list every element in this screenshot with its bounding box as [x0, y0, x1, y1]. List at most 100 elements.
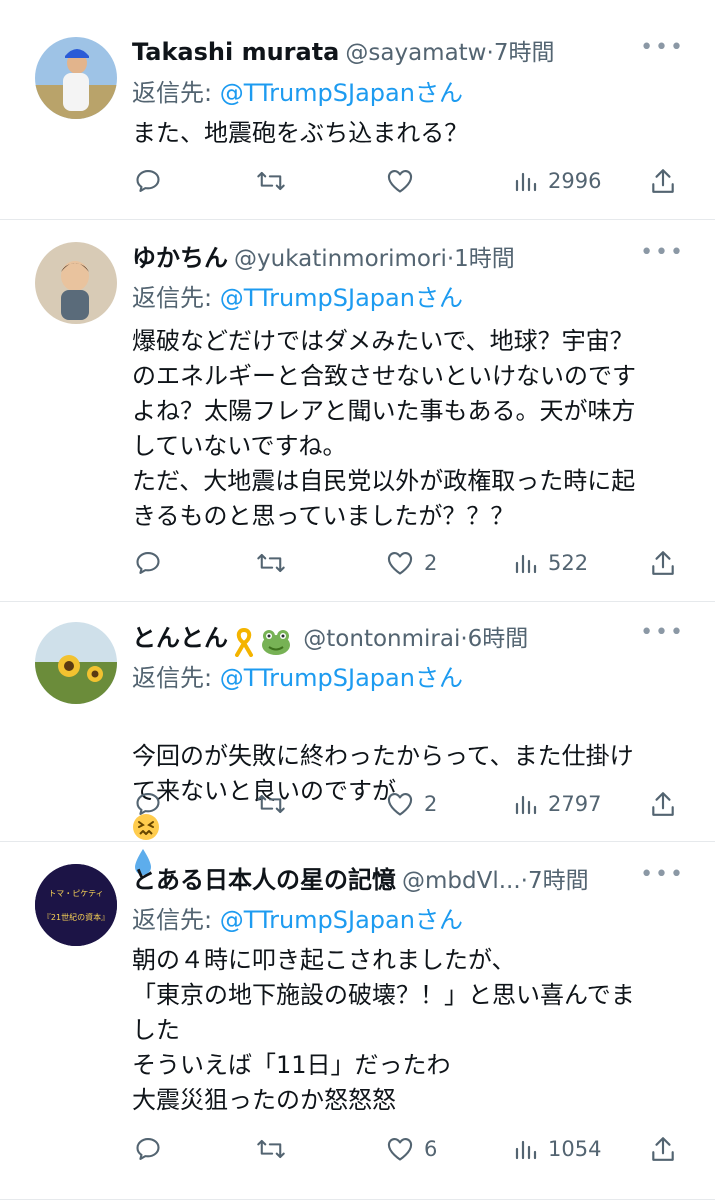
- tweet-text: 朝の４時に叩き起こされましたが、 「東京の地下施設の破壊？！」と思い喜んでま し…: [132, 946, 635, 1114]
- reply-to-mention[interactable]: @TTrumpSJapan: [220, 284, 415, 312]
- timestamp[interactable]: 6時間: [468, 626, 529, 652]
- timestamp[interactable]: 7時間: [528, 868, 589, 894]
- retweet-icon: [257, 553, 285, 573]
- avatar[interactable]: [35, 622, 117, 704]
- frog-icon: [262, 629, 291, 655]
- retweet-icon: [257, 794, 285, 814]
- action-bar: 2 522: [132, 546, 685, 580]
- display-name[interactable]: ゆかちん: [132, 244, 228, 272]
- retweet-button[interactable]: [256, 164, 286, 198]
- reply-to-mention[interactable]: @TTrumpSJapan: [220, 906, 415, 934]
- yellow-ribbon-icon: [235, 627, 254, 657]
- view-count: 2797: [548, 792, 602, 816]
- reply-to: 返信先: @TTrumpSJapanさん: [132, 900, 463, 935]
- more-icon[interactable]: •••: [640, 620, 685, 645]
- views-icon: [515, 1140, 537, 1160]
- action-bar: 2996: [132, 164, 685, 198]
- reply-to-prefix: 返信先:: [132, 664, 220, 692]
- reply-to-suffix: さん: [414, 284, 463, 312]
- share-button[interactable]: [650, 546, 676, 580]
- reply-to-mention[interactable]: @TTrumpSJapan: [220, 664, 415, 692]
- views-button[interactable]: 1054: [514, 1132, 601, 1166]
- avatar[interactable]: [35, 242, 117, 324]
- reply-icon: [136, 552, 160, 574]
- share-icon: [652, 551, 674, 575]
- views-icon: [515, 172, 537, 192]
- tweet[interactable]: トマ・ピケティ 『21世紀の資本』 とある日本人の星の記憶 @mbdVl...·7…: [0, 842, 715, 1200]
- user-handle[interactable]: @mbdVl...: [402, 868, 521, 894]
- share-button[interactable]: [650, 1132, 676, 1166]
- like-icon: [387, 1138, 413, 1161]
- reply-to-suffix: さん: [414, 906, 463, 934]
- like-count: 2: [424, 792, 438, 816]
- share-icon: [652, 1137, 674, 1161]
- user-handle[interactable]: @tontonmirai: [303, 626, 460, 652]
- reply-button[interactable]: [134, 546, 162, 580]
- more-icon[interactable]: •••: [640, 35, 685, 60]
- like-button[interactable]: [386, 164, 424, 198]
- tweet[interactable]: とんとん @tontonmirai·6時間 ••• 返信先: @TTrumpSJ…: [0, 602, 715, 875]
- avatar-text-bottom: 『21世紀の資本』: [43, 912, 109, 922]
- display-name[interactable]: とある日本人の星の記憶: [132, 866, 396, 894]
- more-icon[interactable]: •••: [640, 862, 685, 887]
- reply-icon: [136, 170, 160, 192]
- reply-to: 返信先: @TTrumpSJapanさん: [132, 73, 463, 108]
- separator-dot: ·: [460, 626, 468, 652]
- reply-to: 返信先: @TTrumpSJapanさん: [132, 658, 463, 693]
- views-button[interactable]: 2797: [514, 787, 601, 821]
- separator-dot: ·: [520, 868, 528, 894]
- display-name[interactable]: Takashi murata: [132, 38, 339, 66]
- like-icon: [387, 170, 413, 193]
- reply-to-suffix: さん: [414, 79, 463, 107]
- retweet-icon: [257, 171, 285, 191]
- tweet-text: 爆破などだけではダメみたいで、地球？宇宙？ のエネルギーと合致させないといけない…: [132, 327, 636, 530]
- reply-to-mention[interactable]: @TTrumpSJapan: [220, 79, 415, 107]
- user-handle[interactable]: @yukatinmorimori: [234, 246, 447, 272]
- reply-to-prefix: 返信先:: [132, 906, 220, 934]
- like-count: 2: [424, 551, 438, 575]
- reply-icon: [136, 793, 160, 815]
- like-button[interactable]: 2: [386, 787, 437, 821]
- view-count: 522: [548, 551, 589, 575]
- display-name[interactable]: とんとん: [132, 624, 228, 652]
- retweet-icon: [257, 1139, 285, 1159]
- like-button[interactable]: 2: [386, 546, 437, 580]
- action-bar: 6 1054: [132, 1132, 685, 1166]
- avatar-text-top: トマ・ピケティ: [48, 889, 103, 898]
- like-icon: [387, 552, 413, 575]
- user-handle[interactable]: @sayamatw: [345, 40, 486, 66]
- separator-dot: ·: [486, 40, 494, 66]
- share-icon: [652, 792, 674, 816]
- views-icon: [515, 795, 537, 815]
- view-count: 1054: [548, 1137, 602, 1161]
- action-bar: 2 2797: [132, 787, 685, 821]
- views-button[interactable]: 522: [514, 546, 588, 580]
- reply-button[interactable]: [134, 164, 162, 198]
- tweet-text: また、地震砲をぶち込まれる？: [132, 119, 469, 147]
- views-icon: [515, 554, 537, 574]
- retweet-button[interactable]: [256, 1132, 286, 1166]
- retweet-button[interactable]: [256, 546, 286, 580]
- reply-to-prefix: 返信先:: [132, 284, 220, 312]
- share-button[interactable]: [650, 164, 676, 198]
- avatar[interactable]: トマ・ピケティ 『21世紀の資本』: [35, 864, 117, 946]
- reply-button[interactable]: [134, 1132, 162, 1166]
- share-button[interactable]: [650, 787, 676, 821]
- reply-to: 返信先: @TTrumpSJapanさん: [132, 278, 463, 313]
- retweet-button[interactable]: [256, 787, 286, 821]
- tweet[interactable]: Takashi murata @sayamatw·7時間 ••• 返信先: @TT…: [0, 0, 715, 220]
- avatar[interactable]: [35, 37, 117, 119]
- timestamp[interactable]: 7時間: [494, 40, 555, 66]
- like-count: 6: [424, 1137, 438, 1161]
- reply-button[interactable]: [134, 787, 162, 821]
- like-icon: [387, 793, 413, 816]
- share-icon: [652, 169, 674, 193]
- tweet[interactable]: ゆかちん @yukatinmorimori·1時間 ••• 返信先: @TTrum…: [0, 220, 715, 602]
- reply-feed: Takashi murata @sayamatw·7時間 ••• 返信先: @TT…: [0, 0, 715, 1200]
- like-button[interactable]: 6: [386, 1132, 437, 1166]
- reply-icon: [136, 1138, 160, 1160]
- more-icon[interactable]: •••: [640, 240, 685, 265]
- views-button[interactable]: 2996: [514, 164, 601, 198]
- timestamp[interactable]: 1時間: [454, 246, 515, 272]
- reply-to-suffix: さん: [414, 664, 463, 692]
